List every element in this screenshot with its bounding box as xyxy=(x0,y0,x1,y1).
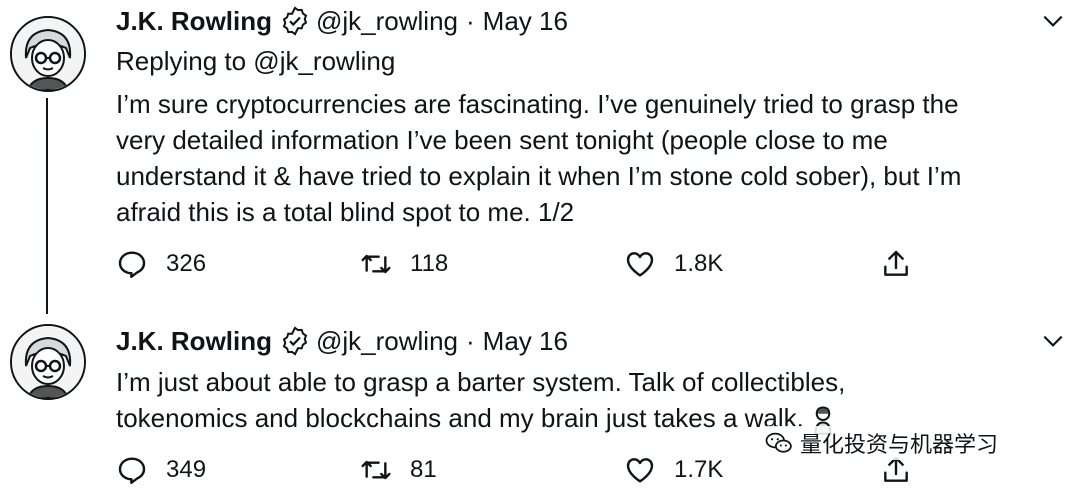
reply-count: 326 xyxy=(166,250,207,277)
retweet-icon xyxy=(361,254,391,274)
tweet-date[interactable]: May 16 xyxy=(483,6,568,37)
tweet-actions: 326 118 1.8K xyxy=(116,244,1056,284)
tweet-date[interactable]: May 16 xyxy=(483,326,568,357)
tweet-text-line: afraid this is a total blind spot to me.… xyxy=(116,197,575,227)
like-button[interactable]: 1.8K xyxy=(624,244,723,284)
reply-button[interactable]: 326 xyxy=(116,244,206,284)
tweet-text-line: I’m just about able to grasp a barter sy… xyxy=(116,367,846,397)
wechat-icon xyxy=(765,432,792,453)
retweet-button[interactable]: 81 xyxy=(360,450,437,490)
like-count: 1.7K xyxy=(674,456,724,483)
chevron-down-icon[interactable] xyxy=(1040,328,1066,354)
retweet-button[interactable]: 118 xyxy=(360,244,448,284)
tweet-1[interactable]: J.K. Rowling @jk_rowling · May 16 Replyi… xyxy=(0,0,1080,320)
thread-connector-line xyxy=(46,98,48,314)
author-name[interactable]: J.K. Rowling xyxy=(116,326,272,357)
avatar-portrait-image xyxy=(12,18,84,90)
separator-dot: · xyxy=(466,325,475,356)
chevron-down-icon[interactable] xyxy=(1040,8,1066,34)
author-handle[interactable]: @jk_rowling xyxy=(316,6,458,37)
avatar-portrait-image xyxy=(12,326,84,398)
avatar[interactable] xyxy=(10,16,86,92)
tweet-header: J.K. Rowling @jk_rowling · May 16 xyxy=(116,321,568,361)
author-handle[interactable]: @jk_rowling xyxy=(316,326,458,357)
watermark: 量化投资与机器学习 xyxy=(760,426,1003,460)
separator-dot: · xyxy=(466,5,475,36)
reply-icon xyxy=(118,457,146,484)
tweet-2[interactable]: J.K. Rowling @jk_rowling · May 16 I’m ju… xyxy=(0,320,1080,491)
heart-icon xyxy=(626,458,654,483)
tweet-header: J.K. Rowling @jk_rowling · May 16 xyxy=(116,1,568,41)
retweet-icon xyxy=(361,460,391,480)
heart-icon xyxy=(626,252,654,277)
tweet-text-line: I’m sure cryptocurrencies are fascinatin… xyxy=(116,89,959,119)
share-icon xyxy=(884,250,908,276)
tweet-text-line: understand it & have tried to explain it… xyxy=(116,161,962,191)
tweet-text-line: tokenomics and blockchains and my brain … xyxy=(116,403,804,433)
retweet-count: 118 xyxy=(410,250,449,277)
avatar[interactable] xyxy=(10,324,86,400)
replying-to-label: Replying to @jk_rowling xyxy=(116,46,396,76)
like-button[interactable]: 1.7K xyxy=(624,450,723,490)
retweet-count: 81 xyxy=(410,456,437,483)
reply-button[interactable]: 349 xyxy=(116,450,206,490)
watermark-text: 量化投资与机器学习 xyxy=(800,432,999,457)
reply-count: 349 xyxy=(166,456,207,483)
verified-badge-icon xyxy=(282,326,308,356)
author-name[interactable]: J.K. Rowling xyxy=(116,6,272,37)
tweet-text: I’m sure cryptocurrencies are fascinatin… xyxy=(116,86,1066,230)
verified-badge-icon xyxy=(282,6,308,36)
tweet-text-line: very detailed information I’ve been sent… xyxy=(116,125,888,155)
share-button[interactable] xyxy=(880,244,912,284)
like-count: 1.8K xyxy=(674,250,724,277)
reply-icon xyxy=(118,251,146,278)
